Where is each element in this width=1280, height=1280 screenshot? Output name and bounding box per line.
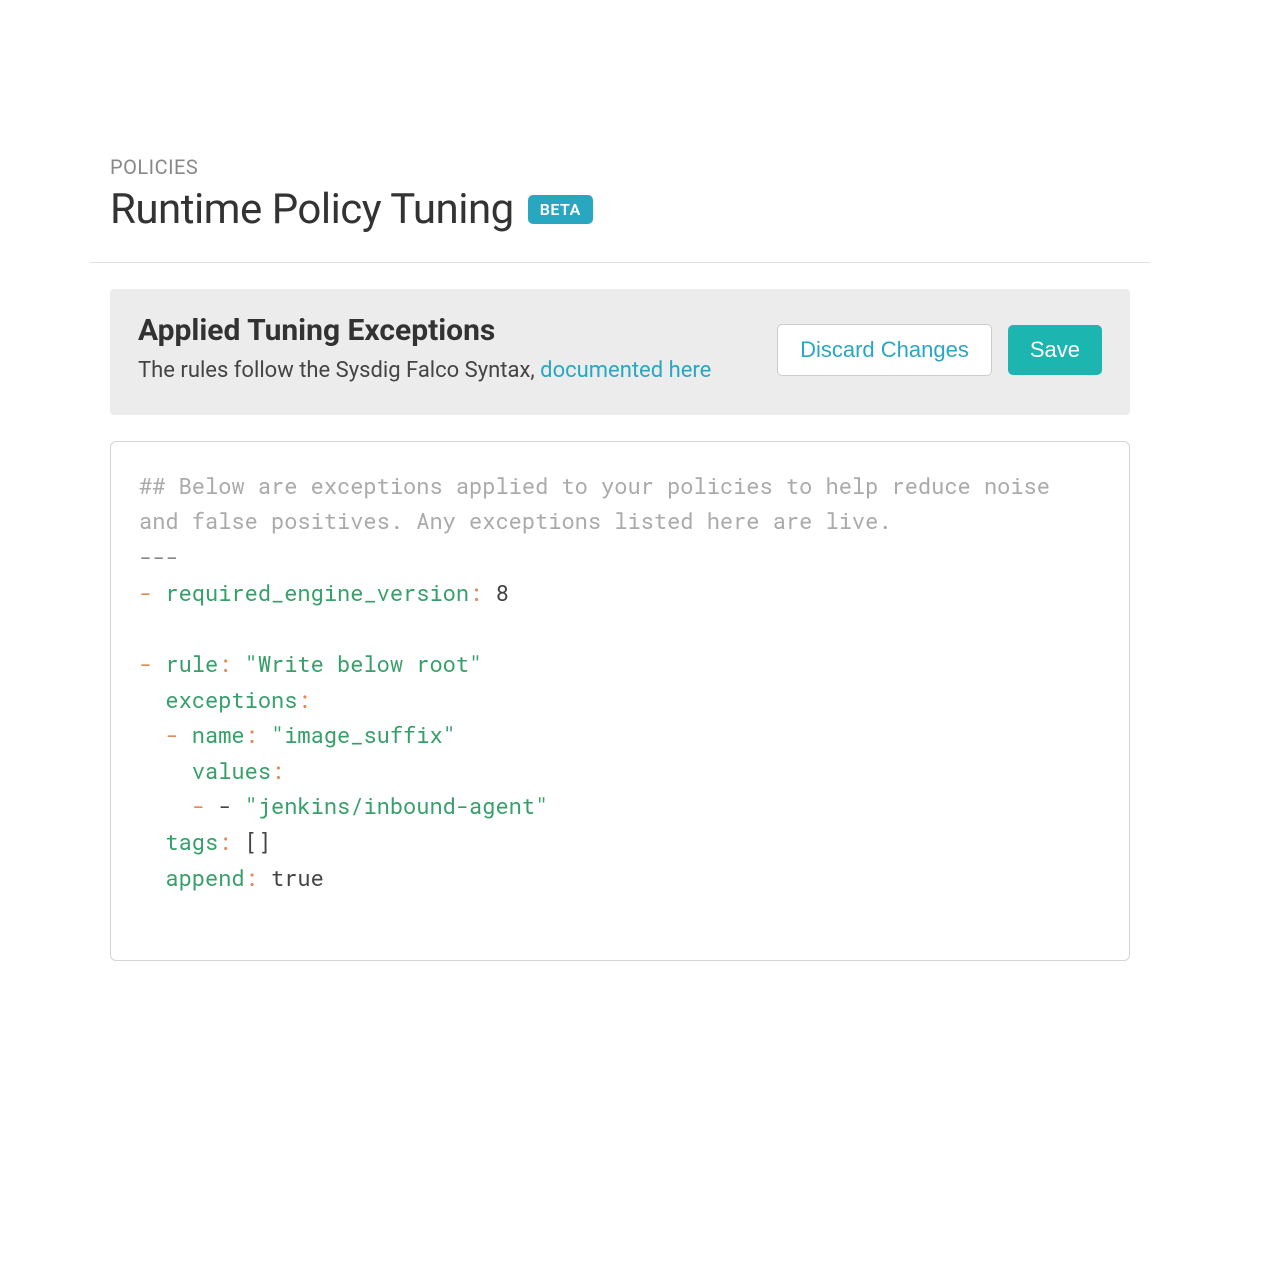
code-comment: ## Below are exceptions applied to your … [139, 471, 1063, 536]
code-token: values [192, 756, 271, 785]
code-token: [] [231, 827, 271, 856]
save-button[interactable]: Save [1008, 325, 1102, 375]
code-token: required_engine_version [152, 578, 469, 607]
breadcrumb: POLICIES [110, 155, 1150, 179]
code-token: : [245, 863, 258, 892]
code-token: - [139, 649, 152, 678]
code-token: : [297, 685, 310, 714]
exceptions-panel: Applied Tuning Exceptions The rules foll… [110, 289, 1130, 415]
panel-subtitle-text: The rules follow the Sysdig Falco Syntax… [138, 358, 540, 383]
page-title: Runtime Policy Tuning [110, 185, 514, 234]
code-token: "jenkins/inbound-agent" [245, 791, 549, 820]
code-token: "image_suffix" [258, 720, 456, 749]
code-token: append [165, 863, 244, 892]
code-token: - [165, 720, 178, 749]
code-token: : [271, 756, 284, 785]
code-token: tags [165, 827, 218, 856]
code-token: "Write below root" [231, 649, 482, 678]
code-token: 8 [482, 578, 508, 607]
code-token: name [179, 720, 245, 749]
title-row: Runtime Policy Tuning BETA [110, 185, 1150, 234]
panel-actions: Discard Changes Save [777, 324, 1102, 376]
panel-info: Applied Tuning Exceptions The rules foll… [138, 313, 777, 387]
code-token: : [218, 649, 231, 678]
panel-title: Applied Tuning Exceptions [138, 313, 777, 348]
code-token: - [139, 578, 152, 607]
code-token [139, 720, 165, 749]
code-token [139, 791, 192, 820]
beta-badge: BETA [528, 195, 593, 224]
code-token: rule [152, 649, 218, 678]
code-token: true [258, 863, 324, 892]
divider [90, 262, 1150, 263]
code-token [139, 863, 165, 892]
code-token: - [192, 791, 205, 820]
yaml-editor[interactable]: ## Below are exceptions applied to your … [110, 441, 1130, 961]
discard-changes-button[interactable]: Discard Changes [777, 324, 992, 376]
code-token [139, 685, 165, 714]
code-token: : [218, 827, 231, 856]
falco-syntax-link[interactable]: documented here [540, 358, 711, 383]
panel-subtitle: The rules follow the Sysdig Falco Syntax… [138, 356, 777, 387]
code-token: : [469, 578, 482, 607]
code-token: exceptions [165, 685, 297, 714]
code-token: - [205, 791, 245, 820]
code-token [139, 756, 192, 785]
code-token [139, 827, 165, 856]
code-docsep: --- [139, 542, 179, 571]
code-token: : [245, 720, 258, 749]
